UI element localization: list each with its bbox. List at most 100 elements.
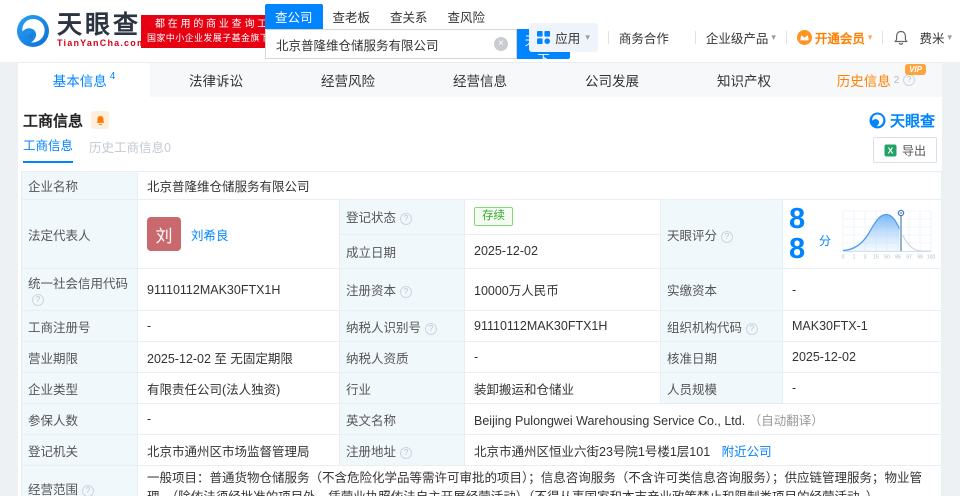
watermark-label: 天眼查 xyxy=(889,112,935,130)
industry-value: 装卸搬运和仓储业 xyxy=(464,372,661,404)
watermark-logo: 天眼查 xyxy=(869,110,935,131)
reg-address-label: 注册地址? xyxy=(339,434,465,466)
score-cell[interactable]: 88 分 0 1 3 15 50 85 97 99 100 xyxy=(781,199,943,269)
help-icon[interactable]: ? xyxy=(400,446,413,459)
brand-name: 天眼查 xyxy=(57,11,142,39)
svg-text:0: 0 xyxy=(842,255,845,261)
company-name-label: 企业名称 xyxy=(21,171,138,200)
apps-menu[interactable]: 应用 ▾ xyxy=(529,23,598,52)
username-label: 费米 xyxy=(919,32,945,46)
taxpayer-quality-value: - xyxy=(464,341,661,373)
tab-intellectual-property[interactable]: 知识产权 xyxy=(678,63,810,97)
nearby-companies-link[interactable]: 附近公司 xyxy=(722,445,772,459)
business-term-label: 营业期限 xyxy=(21,341,138,373)
tab-label: 公司发展 xyxy=(585,74,639,89)
search-input[interactable] xyxy=(274,36,494,52)
tianyancha-logo[interactable]: 天眼查 TianYanCha.com xyxy=(16,13,146,48)
tab-label: 法律诉讼 xyxy=(189,74,243,89)
search-tab-boss[interactable]: 查老板 xyxy=(323,4,381,29)
vip-label: 开通会员 xyxy=(814,32,865,46)
search-tab-relation[interactable]: 查关系 xyxy=(380,4,438,29)
uscc-value: 91110112MAK30FTX1H xyxy=(137,268,340,311)
org-code-label: 组织机构代码? xyxy=(660,310,783,342)
help-icon[interactable]: ? xyxy=(903,74,916,86)
vip-upgrade-menu[interactable]: 开通会员 ▾ xyxy=(796,28,873,47)
help-icon[interactable]: ? xyxy=(721,230,734,243)
tab-count: 2 xyxy=(893,74,900,86)
legal-rep-label: 法定代表人 xyxy=(21,199,138,269)
score-distribution-chart: 0 1 3 15 50 85 97 99 100 xyxy=(842,209,935,261)
staff-size-label: 人员规模 xyxy=(660,372,783,404)
reg-number-value: - xyxy=(137,310,340,342)
user-menu[interactable]: 费米 ▾ xyxy=(919,28,952,47)
svg-text:50: 50 xyxy=(884,255,890,261)
svg-text:15: 15 xyxy=(873,255,879,261)
english-name-label: 英文名称 xyxy=(339,403,465,435)
svg-text:3: 3 xyxy=(864,255,867,261)
taxpayer-id-value: 91110112MAK30FTX1H xyxy=(464,310,661,342)
section-title: 工商信息 xyxy=(23,112,84,130)
tab-legal-litigation[interactable]: 法律诉讼 xyxy=(150,63,282,97)
score-unit: 分 xyxy=(819,233,832,248)
score-label: 天眼评分? xyxy=(660,199,783,269)
brand-domain: TianYanCha.com xyxy=(57,38,147,48)
header-nav: 应用 ▾ 商务合作 企业级产品 ▾ 开通会员 ▾ 费米 ▾ xyxy=(529,23,952,52)
tab-count: 4 xyxy=(109,70,116,82)
table-row: 统一社会信用代码? 91110112MAK30FTX1H 注册资本? 10000… xyxy=(21,268,943,311)
enterprise-label: 企业级产品 xyxy=(705,32,769,46)
help-icon[interactable]: ? xyxy=(425,322,438,335)
table-row: 法定代表人 刘 刘希良 登记状态? 存续 天眼评分? 88 分 0 1 3 15… xyxy=(21,199,943,269)
subtab-business-info[interactable]: 工商信息 xyxy=(23,135,74,163)
tab-label: 知识产权 xyxy=(717,74,771,89)
bell-icon[interactable] xyxy=(893,30,909,46)
export-label: 导出 xyxy=(901,143,926,158)
divider xyxy=(785,31,787,44)
reg-address-value: 北京市通州区恒业六街23号院1号楼1层101 附近公司 xyxy=(463,434,943,466)
monitor-bell-icon[interactable] xyxy=(91,111,110,129)
enterprise-menu[interactable]: 企业级产品 ▾ xyxy=(706,28,776,47)
tab-operation-info[interactable]: 经营信息 xyxy=(414,63,546,97)
help-icon[interactable]: ? xyxy=(746,322,759,335)
tab-company-development[interactable]: 公司发展 xyxy=(546,63,678,97)
uscc-label: 统一社会信用代码? xyxy=(21,268,138,311)
tab-operation-risk[interactable]: 经营风险 xyxy=(282,63,414,97)
tab-basic-info[interactable]: 基本信息 4 xyxy=(18,63,150,97)
search-tab-company[interactable]: 查公司 xyxy=(265,4,323,29)
cooperation-link[interactable]: 商务合作 xyxy=(619,28,669,47)
help-icon[interactable]: ? xyxy=(82,484,95,496)
clear-icon[interactable]: × xyxy=(494,37,508,51)
export-button[interactable]: X 导出 xyxy=(872,137,937,163)
help-icon[interactable]: ? xyxy=(400,213,413,226)
search-tab-risk[interactable]: 查风险 xyxy=(438,4,496,29)
auto-translate-note: （自动翻译） xyxy=(748,413,824,428)
help-icon[interactable]: ? xyxy=(400,286,413,298)
top-header: 天眼查 TianYanCha.com 都 在 用 的 商 业 查 询 工 具 国… xyxy=(0,0,960,67)
tianyancha-watermark-icon xyxy=(869,112,886,128)
table-row: 经营范围? 一般项目：普通货物仓储服务（不含危险化学品等需许可审批的项目）；信息… xyxy=(21,465,943,496)
company-tab-bar: 基本信息 4 法律诉讼 经营风险 经营信息 公司发展 知识产权 VIP 历史信息… xyxy=(18,62,942,97)
tab-history-info[interactable]: VIP 历史信息 2 ? xyxy=(810,63,942,97)
subtab-history-business-info[interactable]: 历史工商信息0 xyxy=(89,137,171,163)
tab-label: 基本信息 xyxy=(52,74,107,89)
divider xyxy=(882,31,884,44)
staff-size-value: - xyxy=(781,372,943,404)
help-icon[interactable]: ? xyxy=(32,294,44,306)
business-scope-label: 经营范围? xyxy=(21,465,138,496)
english-name-value: Beijing Pulongwei Warehousing Service Co… xyxy=(463,403,943,435)
reg-status-label: 登记状态? xyxy=(339,199,465,235)
avatar[interactable]: 刘 xyxy=(147,217,181,251)
svg-text:100: 100 xyxy=(927,255,935,261)
svg-text:99: 99 xyxy=(917,255,923,261)
taxpayer-quality-label: 纳税人资质 xyxy=(339,341,465,373)
search-tabs: 查公司 查老板 查关系 查风险 xyxy=(265,4,570,29)
legal-rep-link[interactable]: 刘希良 xyxy=(191,225,229,244)
paid-capital-value: - xyxy=(781,268,943,311)
table-row: 登记机关 北京市通州区市场监督管理局 注册地址? 北京市通州区恒业六街23号院1… xyxy=(21,434,943,466)
org-code-value: MAK30FTX-1 xyxy=(781,310,943,342)
est-date-label: 成立日期 xyxy=(339,233,465,269)
approval-date-value: 2025-12-02 xyxy=(781,341,943,373)
chevron-down-icon: ▾ xyxy=(867,32,873,42)
score-value: 88 xyxy=(789,203,806,265)
company-name-value: 北京普隆维仓储服务有限公司 xyxy=(136,171,943,200)
reg-capital-value: 10000万人民币 xyxy=(464,268,661,311)
